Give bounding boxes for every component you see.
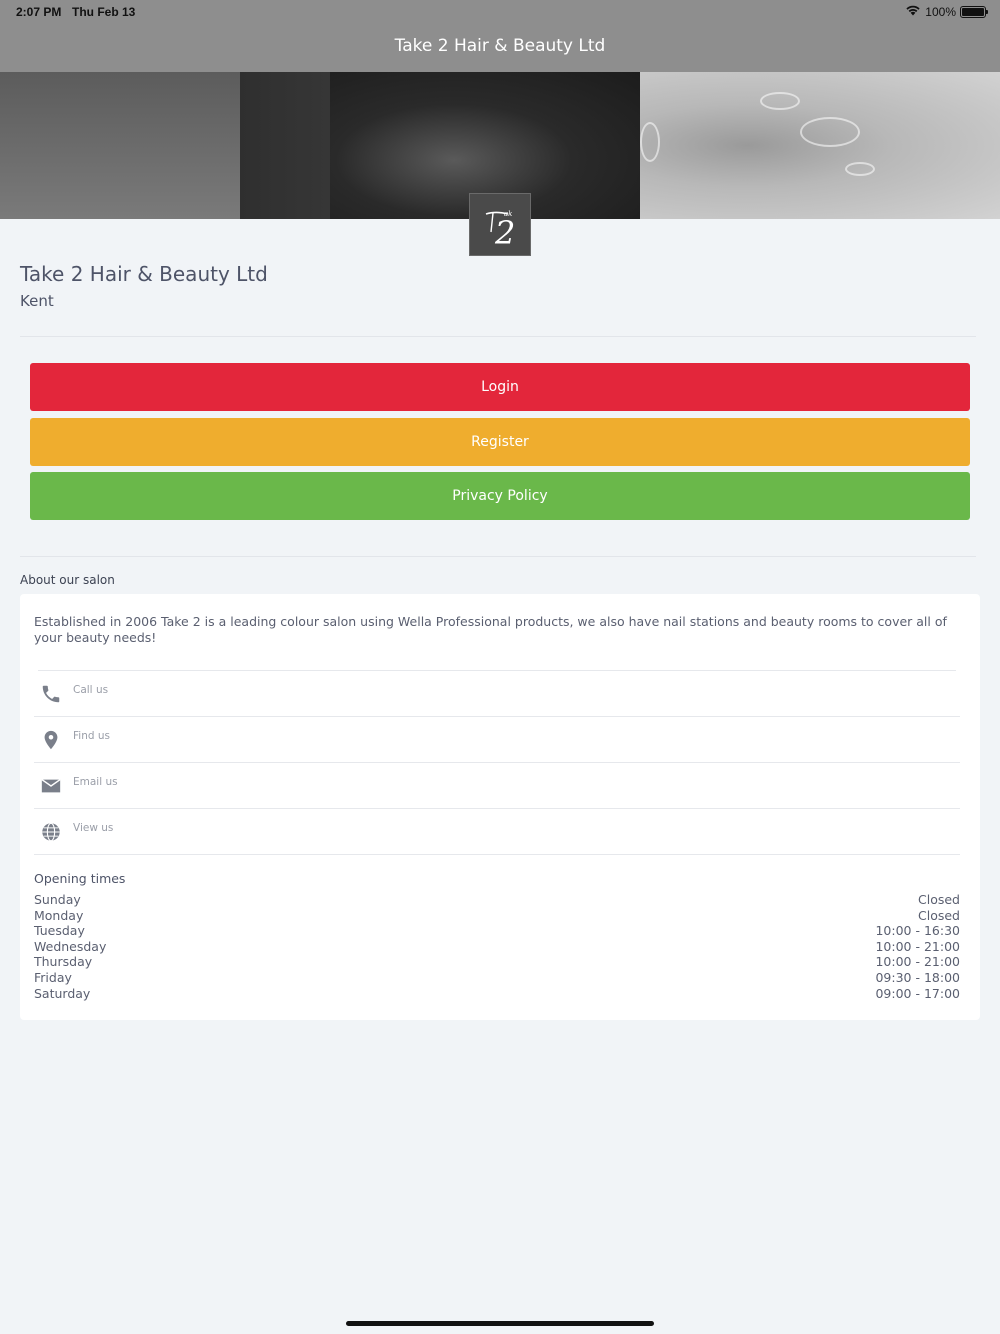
- top-bar: 2:07 PM Thu Feb 13 100% Take 2 Hair & Be…: [0, 0, 1000, 72]
- opening-times-list: Sunday Closed Monday Closed Tuesday 10:0…: [34, 892, 960, 1001]
- hours-row: Monday Closed: [34, 908, 960, 924]
- hours-value: 10:00 - 16:30: [875, 923, 960, 939]
- status-date: Thu Feb 13: [72, 5, 136, 19]
- divider: [20, 556, 976, 557]
- battery-percentage: 100%: [925, 4, 956, 19]
- login-button[interactable]: Login: [30, 363, 970, 411]
- hours-value: Closed: [918, 907, 960, 923]
- battery-icon: [960, 5, 988, 18]
- contact-label: View us: [73, 822, 114, 834]
- status-time: 2:07 PM: [16, 5, 62, 19]
- contact-row-email[interactable]: Email us: [34, 763, 960, 809]
- contact-label: Call us: [73, 684, 109, 696]
- salon-location: Kent: [20, 292, 54, 310]
- contact-row-website[interactable]: View us: [34, 809, 960, 855]
- hours-value: 09:00 - 17:00: [875, 985, 960, 1001]
- contact-row-call[interactable]: Call us: [34, 671, 960, 717]
- hours-row: Tuesday 10:00 - 16:30: [34, 923, 960, 939]
- take2-logo-icon: ak 2: [485, 210, 515, 248]
- about-section-title: About our salon: [20, 573, 115, 587]
- hours-value: 10:00 - 21:00: [875, 938, 960, 954]
- day-label: Friday: [34, 969, 72, 985]
- hours-row: Friday 09:30 - 18:00: [34, 970, 960, 986]
- salon-logo: ak 2: [469, 193, 531, 256]
- hours-row: Wednesday 10:00 - 21:00: [34, 939, 960, 955]
- about-description: Established in 2006 Take 2 is a leading …: [34, 614, 947, 645]
- envelope-icon: [40, 775, 62, 797]
- hours-row: Sunday Closed: [34, 892, 960, 908]
- contact-row-find[interactable]: Find us: [34, 717, 960, 763]
- salon-name: Take 2 Hair & Beauty Ltd: [20, 262, 268, 286]
- privacy-policy-button[interactable]: Privacy Policy: [30, 472, 970, 520]
- opening-times-title: Opening times: [34, 871, 126, 886]
- svg-text:2: 2: [494, 214, 515, 248]
- day-label: Monday: [34, 907, 84, 923]
- contact-label: Email us: [73, 776, 118, 788]
- register-button[interactable]: Register: [30, 418, 970, 466]
- home-indicator[interactable]: [346, 1321, 654, 1326]
- day-label: Wednesday: [34, 938, 107, 954]
- globe-icon: [40, 821, 62, 843]
- hours-row: Thursday 10:00 - 21:00: [34, 954, 960, 970]
- location-pin-icon: [40, 729, 62, 751]
- contact-label: Find us: [73, 730, 110, 742]
- day-label: Thursday: [34, 954, 93, 970]
- about-card: Established in 2006 Take 2 is a leading …: [20, 594, 980, 1020]
- hours-value: 09:30 - 18:00: [875, 969, 960, 985]
- hours-row: Saturday 09:00 - 17:00: [34, 986, 960, 1002]
- status-indicators: 100%: [905, 4, 988, 19]
- hours-value: 10:00 - 21:00: [875, 954, 960, 970]
- hours-value: Closed: [918, 892, 960, 907]
- wifi-icon: [905, 4, 921, 19]
- divider: [20, 336, 976, 337]
- day-label: Tuesday: [34, 923, 85, 939]
- nav-title: Take 2 Hair & Beauty Ltd: [394, 36, 606, 56]
- phone-icon: [40, 683, 62, 705]
- day-label: Sunday: [34, 892, 81, 907]
- day-label: Saturday: [34, 985, 91, 1001]
